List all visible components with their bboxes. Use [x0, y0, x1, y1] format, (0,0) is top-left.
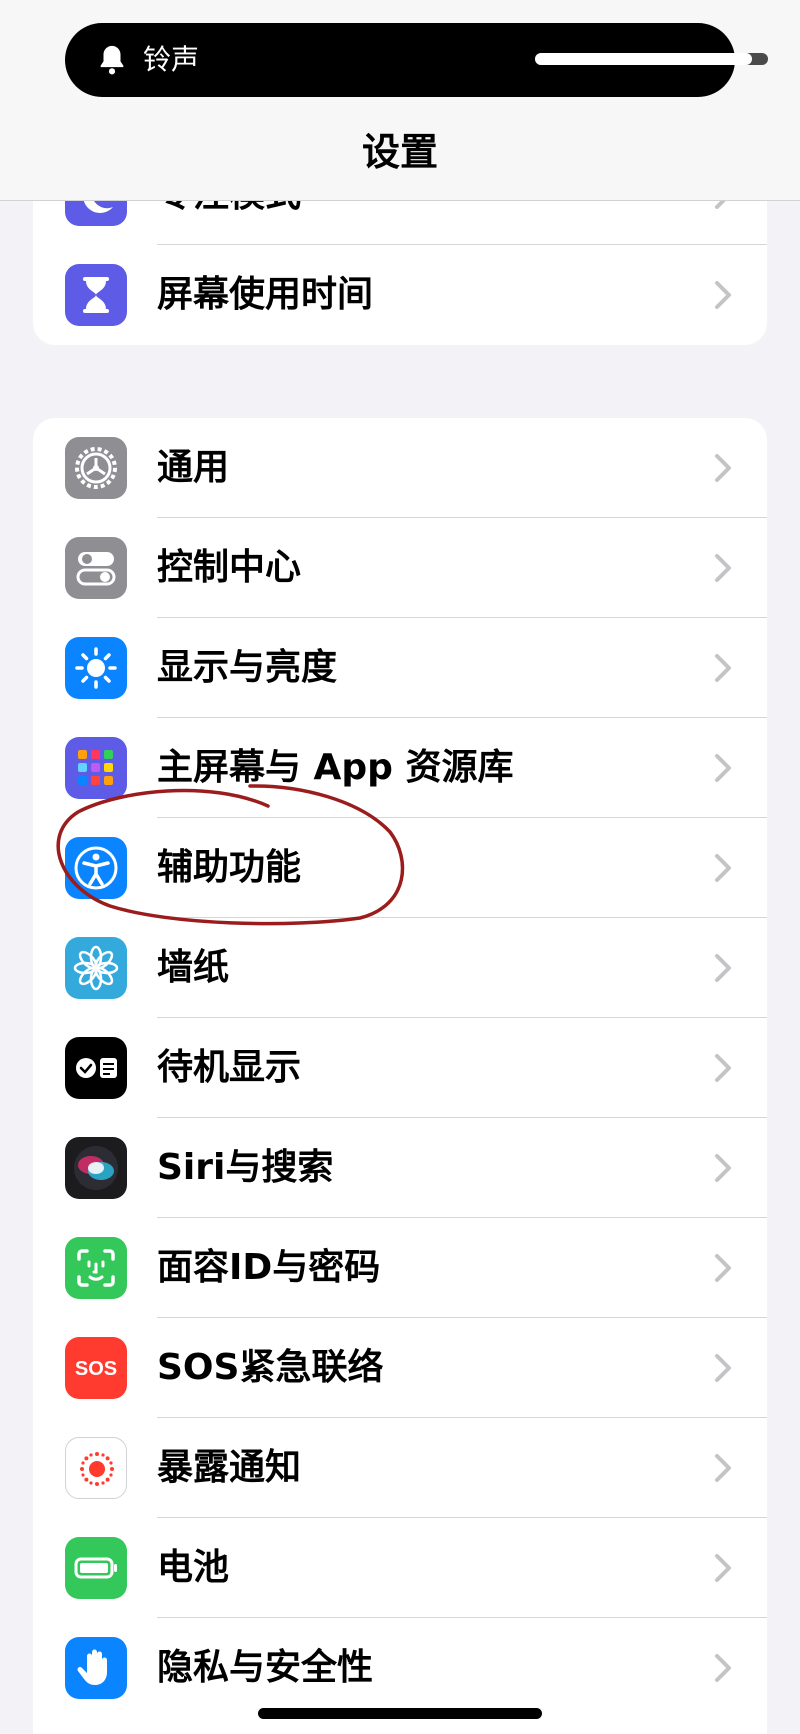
hand-icon — [65, 1637, 127, 1699]
accessibility-icon — [65, 837, 127, 899]
battery-icon — [65, 1537, 127, 1599]
settings-item-label: 通用 — [157, 447, 230, 488]
chevron-right-icon — [715, 1354, 731, 1382]
settings-item-screen-time[interactable]: 屏幕使用时间 — [33, 245, 767, 345]
settings-item-exposure-notifications[interactable]: 暴露通知 — [33, 1418, 767, 1518]
page-title: 设置 — [361, 130, 438, 174]
ringer-label: 铃声 — [143, 43, 200, 76]
settings-item-label: 待机显示 — [157, 1047, 302, 1088]
settings-item-general[interactable]: 通用 — [33, 418, 767, 518]
settings-item-wallpaper[interactable]: 墙纸 — [33, 918, 767, 1018]
settings-item-label: 主屏幕与 App 资源库 — [157, 747, 514, 788]
settings-item-label: 显示与亮度 — [157, 647, 338, 688]
chevron-right-icon — [715, 654, 731, 682]
chevron-right-icon — [715, 1154, 731, 1182]
settings-item-label: 面容ID与密码 — [157, 1247, 381, 1288]
settings-item-emergency-sos[interactable]: SOS SOS紧急联络 — [33, 1318, 767, 1418]
chevron-right-icon — [715, 954, 731, 982]
settings-item-standby[interactable]: 待机显示 — [33, 1018, 767, 1118]
home-indicator[interactable] — [258, 1708, 542, 1719]
settings-item-label: 电池 — [157, 1547, 230, 1588]
settings-item-label: 隐私与安全性 — [157, 1647, 374, 1688]
settings-item-privacy-security[interactable]: 隐私与安全性 — [33, 1618, 767, 1718]
chevron-right-icon — [715, 1654, 731, 1682]
settings-item-battery[interactable]: 电池 — [33, 1518, 767, 1618]
settings-item-label: SOS紧急联络 — [157, 1347, 384, 1388]
chevron-right-icon — [715, 854, 731, 882]
sos-icon: SOS — [65, 1337, 127, 1399]
settings-item-label: 屏幕使用时间 — [157, 274, 374, 315]
dynamic-island-ringer: 铃声 — [65, 23, 768, 97]
chevron-right-icon — [715, 1554, 731, 1582]
settings-item-label: 控制中心 — [157, 547, 302, 588]
app-grid-icon — [65, 737, 127, 799]
chevron-right-icon — [715, 454, 731, 482]
settings-item-label: 墙纸 — [157, 947, 230, 988]
chevron-right-icon — [715, 1254, 731, 1282]
volume-slider[interactable] — [535, 53, 768, 65]
gear-icon — [65, 437, 127, 499]
siri-icon — [65, 1137, 127, 1199]
exposure-icon — [65, 1437, 127, 1499]
sun-icon — [65, 637, 127, 699]
chevron-right-icon — [715, 554, 731, 582]
chevron-right-icon — [715, 754, 731, 782]
standby-icon — [65, 1037, 127, 1099]
flower-icon — [65, 937, 127, 999]
hourglass-icon — [65, 264, 127, 326]
bell-icon — [100, 45, 124, 75]
chevron-right-icon — [715, 281, 731, 309]
sos-icon-text: SOS — [75, 1358, 117, 1380]
settings-group-main: 通用 控制中心 显示与亮度 主屏幕与 App 资源库 辅助功能 墙纸 待机显示 … — [33, 418, 767, 1734]
settings-item-control-center[interactable]: 控制中心 — [33, 518, 767, 618]
settings-item-face-id-passcode[interactable]: 面容ID与密码 — [33, 1218, 767, 1318]
toggles-icon — [65, 537, 127, 599]
settings-item-label: 辅助功能 — [157, 847, 302, 888]
chevron-right-icon — [715, 1054, 731, 1082]
settings-item-label: Siri与搜索 — [157, 1147, 334, 1188]
settings-item-home-screen-app-library[interactable]: 主屏幕与 App 资源库 — [33, 718, 767, 818]
settings-item-display-brightness[interactable]: 显示与亮度 — [33, 618, 767, 718]
settings-item-label: 暴露通知 — [157, 1447, 302, 1488]
face-id-icon — [65, 1237, 127, 1299]
navigation-bar: 铃声 设置 — [0, 0, 800, 201]
chevron-right-icon — [715, 1454, 731, 1482]
settings-item-accessibility[interactable]: 辅助功能 — [33, 818, 767, 918]
volume-level-fill — [535, 53, 752, 65]
settings-item-siri-search[interactable]: Siri与搜索 — [33, 1118, 767, 1218]
